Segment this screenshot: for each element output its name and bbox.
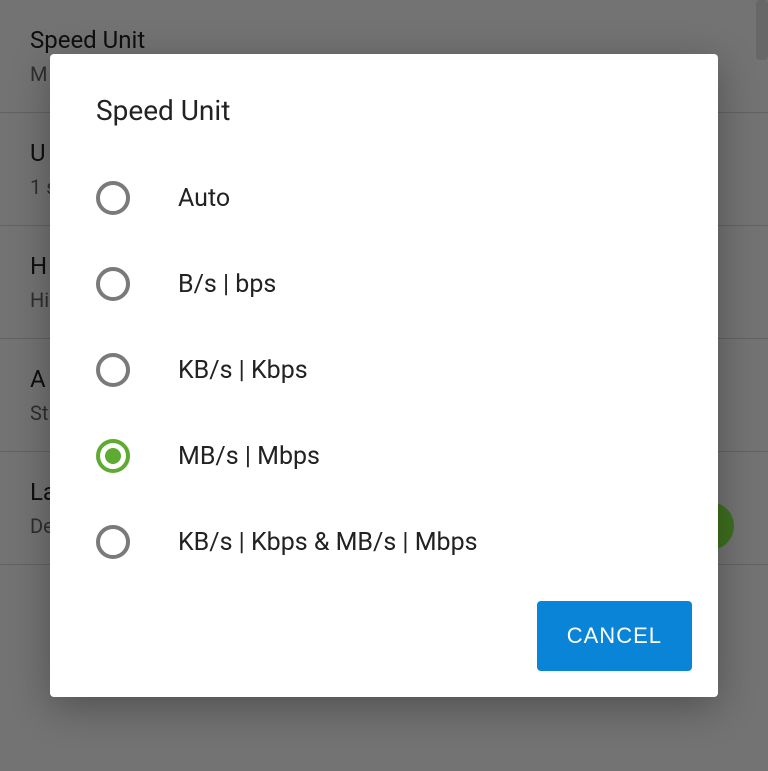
option-label: KB/s | Kbps bbox=[178, 356, 308, 385]
option-label: B/s | bps bbox=[178, 270, 276, 299]
option-kbps[interactable]: KB/s | Kbps bbox=[50, 327, 718, 413]
speed-unit-dialog: Speed Unit Auto B/s | bps KB/s | Kbps MB… bbox=[50, 54, 718, 697]
option-label: KB/s | Kbps & MB/s | Mbps bbox=[178, 528, 478, 557]
radio-icon bbox=[96, 181, 130, 215]
radio-icon-selected bbox=[96, 439, 130, 473]
dialog-title: Speed Unit bbox=[50, 94, 718, 145]
radio-group: Auto B/s | bps KB/s | Kbps MB/s | Mbps K… bbox=[50, 145, 718, 585]
dialog-actions: CANCEL bbox=[50, 585, 718, 671]
cancel-button[interactable]: CANCEL bbox=[537, 601, 692, 671]
option-kbps-mbps[interactable]: KB/s | Kbps & MB/s | Mbps bbox=[50, 499, 718, 585]
option-auto[interactable]: Auto bbox=[50, 155, 718, 241]
option-mbps[interactable]: MB/s | Mbps bbox=[50, 413, 718, 499]
option-label: Auto bbox=[178, 184, 230, 213]
option-bps[interactable]: B/s | bps bbox=[50, 241, 718, 327]
radio-icon bbox=[96, 525, 130, 559]
radio-icon bbox=[96, 267, 130, 301]
option-label: MB/s | Mbps bbox=[178, 442, 320, 471]
radio-icon bbox=[96, 353, 130, 387]
